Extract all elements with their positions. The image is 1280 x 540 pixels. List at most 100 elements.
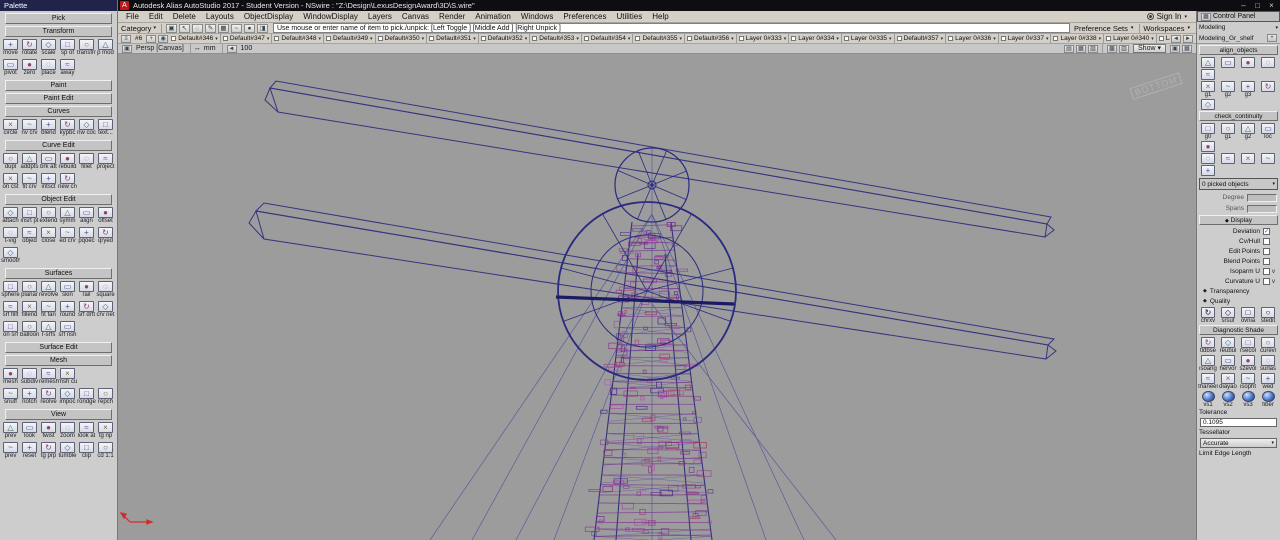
transparency-section[interactable]: ◆ Transparency — [1197, 286, 1280, 296]
palette-section-surface-edit[interactable]: Surface Edit — [5, 342, 112, 353]
layer-tab[interactable]: Default#354▾ — [582, 34, 634, 44]
palette-section-paint-edit[interactable]: Paint Edit — [5, 93, 112, 104]
layers-view-icon[interactable]: ▣ — [1170, 45, 1180, 53]
brush-tool-icon[interactable]: ✎ — [205, 24, 216, 33]
palette-tool[interactable]: ▭look — [20, 421, 39, 441]
display-section-header[interactable]: ◆ Display — [1199, 215, 1278, 225]
diag-shade-tool[interactable]: ↻tldbse — [1198, 336, 1218, 354]
palette-tool[interactable]: ○extend — [39, 206, 58, 226]
chevron-down-icon[interactable]: ▾ — [370, 36, 373, 42]
diag-shade-tool[interactable]: □rsecol — [1238, 336, 1258, 354]
tolerance-input[interactable]: 0.1095 — [1200, 418, 1277, 427]
palette-tool[interactable]: ◇impoc — [58, 387, 77, 407]
palette-tool[interactable]: ~snuff — [1, 387, 20, 407]
palette-tool[interactable]: ◌t-vig — [1, 226, 20, 246]
menu-edit[interactable]: Edit — [144, 12, 168, 21]
diag-shade-tool[interactable]: ~isopht — [1238, 372, 1258, 390]
menu-windows[interactable]: Windows — [516, 12, 558, 21]
layer-swatch-icon[interactable] — [1001, 36, 1006, 41]
layer-visibility-icon[interactable]: ◉ — [158, 35, 168, 43]
checkbox[interactable] — [1263, 238, 1270, 245]
diag-shade-tool[interactable]: +wed — [1258, 372, 1278, 390]
camera-icon[interactable]: ▩ — [1107, 45, 1117, 53]
display-option-suffix[interactable]: v — [1270, 278, 1277, 285]
close-button[interactable]: × — [1265, 1, 1278, 10]
palette-tool[interactable]: ×fillend — [20, 300, 39, 320]
chevron-down-icon[interactable]: ▾ — [1187, 25, 1190, 31]
panel-tool[interactable]: □ovnia — [1238, 306, 1258, 324]
panel-tool[interactable]: ↻chrxv — [1198, 306, 1218, 324]
view-menu-icon[interactable]: ▣ — [122, 45, 132, 53]
palette-section-curves[interactable]: Curves — [5, 106, 112, 117]
menu-file[interactable]: File — [121, 12, 144, 21]
continuity-tool[interactable]: ○g1 — [1218, 122, 1238, 140]
layer-swatch-icon[interactable] — [948, 36, 953, 41]
continuity-tool[interactable]: × — [1238, 152, 1258, 164]
palette-tool[interactable]: ○dupl — [1, 152, 20, 172]
layer-tab[interactable]: Default#353▾ — [530, 34, 582, 44]
display-option-suffix[interactable]: v — [1270, 268, 1277, 275]
show-button[interactable]: Show ▾ — [1133, 44, 1166, 53]
layer-tab[interactable]: Layer 0#335▾ — [842, 34, 895, 44]
align-tool[interactable]: +g3 — [1238, 80, 1258, 98]
layer-swatch-icon[interactable] — [326, 36, 331, 41]
layer-swatch-icon[interactable] — [584, 36, 589, 41]
diag-shade-tool[interactable]: ◇reubul — [1218, 336, 1238, 354]
sign-in-button[interactable]: Sign In ▾ — [1147, 12, 1193, 21]
chevron-down-icon[interactable]: ▾ — [473, 36, 476, 42]
palette-section-mesh[interactable]: Mesh — [5, 355, 112, 366]
palette-tool[interactable]: ≈srf fillt — [1, 300, 20, 320]
chevron-down-icon[interactable]: ▾ — [576, 36, 579, 42]
palette-tool[interactable]: □rondge — [77, 387, 96, 407]
diag-shade-tool[interactable]: ●szevol — [1238, 354, 1258, 372]
diag-shade-tool[interactable]: ×diayao — [1218, 372, 1238, 390]
palette-tool[interactable]: ↻qryed — [96, 226, 115, 246]
menu-canvas[interactable]: Canvas — [397, 12, 434, 21]
align-tool[interactable]: ×g1 — [1198, 80, 1218, 98]
chevron-down-icon[interactable]: ▾ — [1151, 36, 1154, 42]
menu-objectdisplay[interactable]: ObjectDisplay — [239, 12, 298, 21]
palette-tool[interactable]: △r-srfs — [39, 320, 58, 340]
chevron-down-icon[interactable]: ▾ — [318, 36, 321, 42]
viewport-canvas[interactable]: BOTTOM — [118, 54, 1196, 540]
layer-tab[interactable]: Layer 0#338▾ — [1051, 34, 1104, 44]
canvas-plane-icon[interactable]: ▥ — [1119, 45, 1129, 53]
palette-tool[interactable]: ●rail — [77, 280, 96, 300]
layer-swatch-icon[interactable] — [274, 36, 279, 41]
continuity-tool[interactable]: ◌ — [1198, 152, 1218, 164]
palette-tool[interactable]: ○balloon — [20, 320, 39, 340]
continuity-tool[interactable]: ≈ — [1218, 152, 1238, 164]
panel-toggle-icon[interactable]: ▦ — [1182, 45, 1192, 53]
palette-tool[interactable]: ≈remesh — [39, 367, 58, 387]
palette-tool[interactable]: ↻tg prp — [39, 441, 58, 461]
layer-swatch-icon[interactable] — [378, 36, 383, 41]
palette-tool[interactable]: ●rebuild — [58, 152, 77, 172]
checkbox[interactable] — [1263, 278, 1270, 285]
shelf-tab[interactable]: Modeling_Gr_shelf + — [1197, 33, 1280, 44]
magnet-icon[interactable]: ◨ — [257, 24, 268, 33]
palette-tool[interactable]: ↻srf drft — [77, 300, 96, 320]
layer-swatch-icon[interactable] — [844, 36, 849, 41]
palette-tool[interactable]: ◇nw coc — [77, 118, 96, 138]
wireframe-mode-icon[interactable]: ▦ — [1076, 45, 1086, 53]
layer-tab[interactable]: Layer 0#337▾ — [999, 34, 1052, 44]
scroll-left-icon[interactable]: ◄ — [1171, 35, 1181, 43]
palette-tool[interactable]: ≈look at — [77, 421, 96, 441]
arrow-tool-icon[interactable]: ↖ — [179, 24, 190, 33]
layer-swatch-icon[interactable] — [532, 36, 537, 41]
palette-tool[interactable]: ●zero — [20, 58, 39, 78]
palette-tool[interactable]: ≈objed — [20, 226, 39, 246]
palette-tool[interactable]: △prev — [1, 421, 20, 441]
palette-tool[interactable]: +blend — [39, 118, 58, 138]
layer-menu-icon[interactable]: ≡ — [121, 35, 131, 43]
degree-input[interactable] — [1247, 194, 1277, 202]
align-objects-header[interactable]: align_objects — [1199, 45, 1278, 55]
title-bar[interactable]: A Autodesk Alias AutoStudio 2017 - Stude… — [118, 0, 1280, 11]
grid-toggle-icon[interactable]: ▨ — [1088, 45, 1098, 53]
menu-animation[interactable]: Animation — [470, 12, 516, 21]
palette-tool[interactable]: ◇attach — [1, 206, 20, 226]
diag-shade-tool[interactable]: ◌surlas — [1258, 354, 1278, 372]
layer-swatch-icon[interactable] — [897, 36, 902, 41]
align-tool[interactable]: ● — [1238, 56, 1258, 68]
palette-tool[interactable]: ◌square — [96, 280, 115, 300]
